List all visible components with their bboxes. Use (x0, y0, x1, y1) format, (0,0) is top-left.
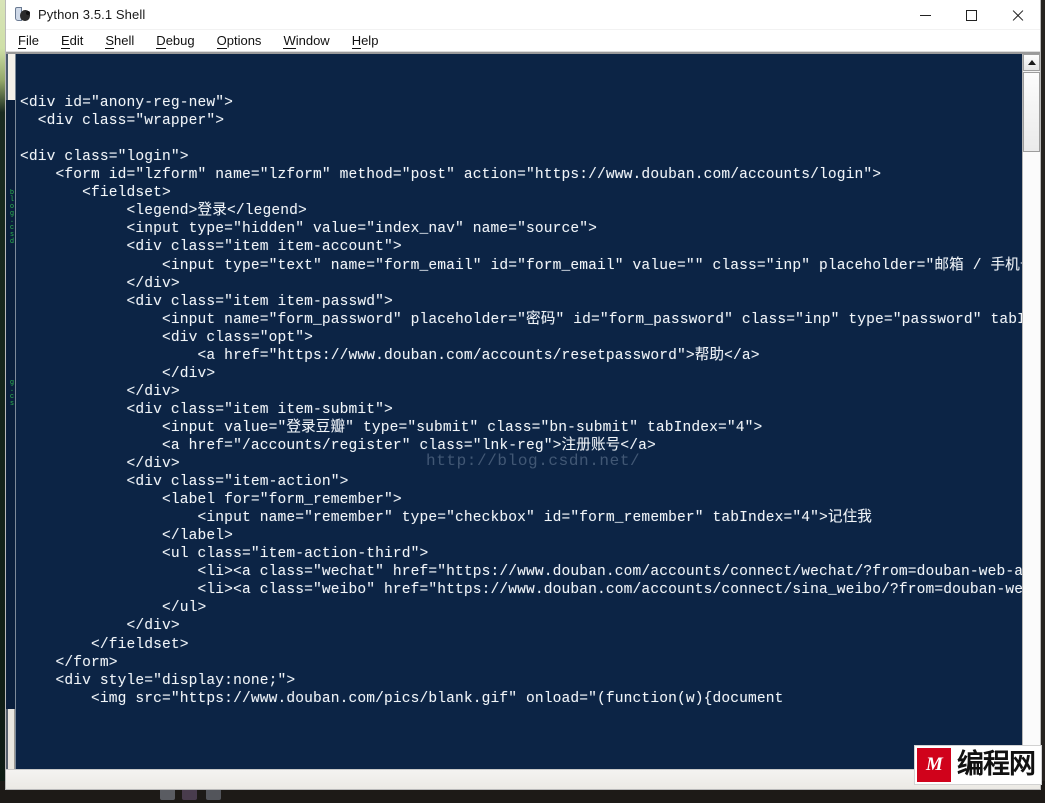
maximize-icon (965, 9, 977, 21)
menu-label: dit (69, 32, 84, 48)
menu-item-help[interactable]: Help (351, 32, 379, 49)
menu-label: indow (295, 32, 330, 48)
desktop-background: Python 3.5.1 Shell File Edit Shell Debug… (0, 0, 1045, 803)
menu-item-window[interactable]: Window (283, 32, 330, 49)
menu-mnemonic: S (105, 32, 115, 49)
window-title: Python 3.5.1 Shell (38, 7, 146, 22)
python-shell-window[interactable]: Python 3.5.1 Shell File Edit Shell Debug… (5, 0, 1041, 790)
menu-label: ptions (226, 32, 262, 48)
scrollbar-track[interactable] (1023, 152, 1040, 751)
gutter-bottom-block (6, 709, 15, 769)
site-watermark-badge: M (917, 748, 951, 782)
scroll-up-button[interactable] (1023, 54, 1040, 71)
menu-mnemonic: W (283, 32, 296, 49)
menu-mnemonic: H (351, 32, 362, 49)
menu-mnemonic: E (60, 32, 70, 49)
gutter-label-top: blog.csd (8, 189, 15, 245)
close-button[interactable] (994, 0, 1040, 30)
code-scroll-area[interactable]: <div id="anony-reg-new"> <div class="wra… (16, 54, 1022, 769)
menu-item-shell[interactable]: Shell (105, 32, 135, 49)
site-watermark: M 编程网 (914, 745, 1042, 785)
menu-label: ebug (165, 32, 195, 48)
left-gutter: blog.csd g.cs (6, 54, 16, 769)
code-content[interactable]: <div id="anony-reg-new"> <div class="wra… (20, 58, 1022, 708)
menu-mnemonic: F (18, 32, 26, 49)
menu-mnemonic: D (156, 32, 166, 49)
vertical-scrollbar[interactable] (1022, 54, 1040, 769)
menu-item-options[interactable]: Options (216, 32, 262, 49)
menu-label: hell (114, 32, 135, 48)
gutter-label-bottom: g.cs (8, 379, 15, 407)
close-icon (1011, 9, 1024, 22)
menu-item-file[interactable]: File (18, 32, 39, 49)
maximize-button[interactable] (948, 0, 994, 30)
site-watermark-text: 编程网 (957, 749, 1036, 780)
scroll-up-icon (1027, 60, 1036, 65)
menu-label: elp (361, 32, 379, 48)
menu-mnemonic: O (216, 32, 227, 49)
code-pane[interactable]: <div id="anony-reg-new"> <div class="wra… (16, 54, 1022, 769)
minimize-button[interactable] (902, 0, 948, 30)
status-bar (6, 769, 1040, 789)
menubar[interactable]: File Edit Shell Debug Options Window Hel… (6, 30, 1040, 52)
window-titlebar[interactable]: Python 3.5.1 Shell (6, 0, 1040, 30)
minimize-icon (919, 14, 931, 16)
gutter-top-block (6, 54, 15, 100)
editor-body: blog.csd g.cs <div id="anony-reg-new"> <… (6, 52, 1040, 769)
menu-label: ile (25, 32, 39, 48)
menu-item-edit[interactable]: Edit (60, 32, 84, 49)
window-controls[interactable] (902, 0, 1040, 30)
scrollbar-thumb[interactable] (1023, 72, 1040, 152)
python-idle-icon (14, 6, 31, 23)
menu-item-debug[interactable]: Debug (156, 32, 195, 49)
